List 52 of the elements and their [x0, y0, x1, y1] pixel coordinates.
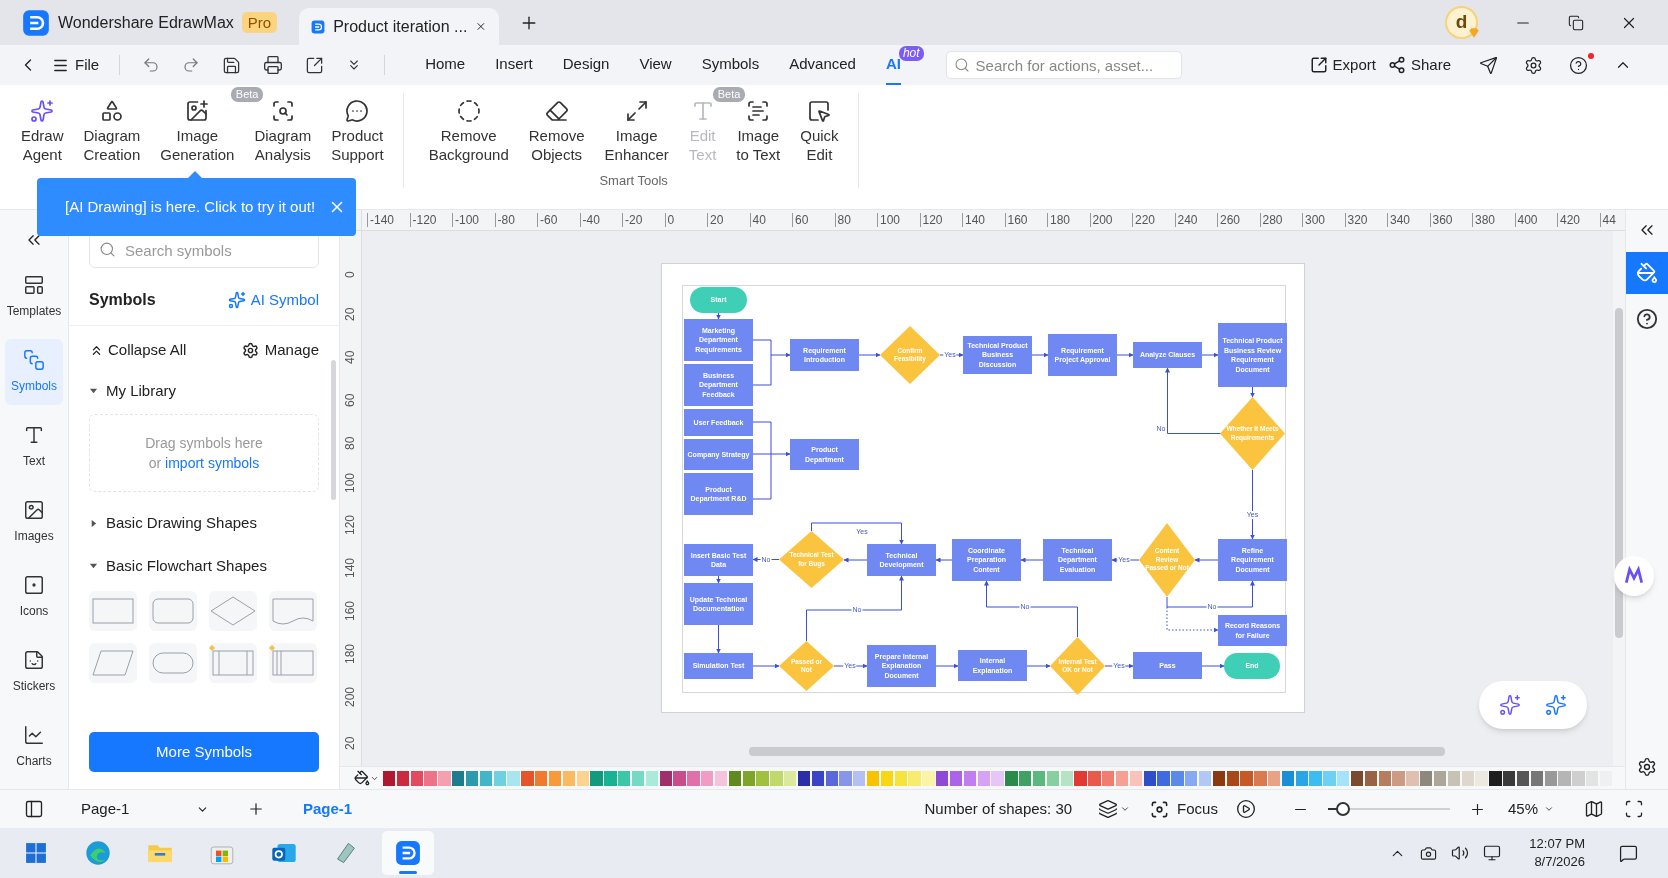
menu-tab[interactable]: Design: [562, 45, 610, 85]
vertical-ruler: 0 20 40 60 80 100 120 140 160 180 200 20: [340, 231, 362, 766]
menu-tab[interactable]: Insert: [495, 45, 533, 85]
clock-date: 8/7/2026: [1534, 853, 1585, 871]
ribbon-button[interactable]: Quick Edit: [797, 93, 842, 164]
ribbon-button[interactable]: Remove Objects: [525, 93, 588, 164]
clock-time: 12:07 PM: [1529, 835, 1585, 853]
horizontal-ruler: -140 -120 -100 -80 -60 -40 -20 0 20 40 60 80 100 120 140 160 180 200 220 240 260 280 300 320 340 360 380 400 420 44: [362, 210, 1625, 230]
sidebar-tab[interactable]: Text: [5, 414, 63, 480]
focus-button[interactable]: Focus: [1150, 797, 1218, 821]
ribbon-button[interactable]: Diagram Creation: [80, 93, 144, 164]
library-header[interactable]: Basic Flowchart Shapes: [89, 554, 267, 577]
drop-hint: Drag symbols here or import symbols: [145, 434, 263, 473]
toast-text: [AI Drawing] is here. Click to try it out!: [65, 196, 316, 217]
menu-tab[interactable]: View: [639, 45, 672, 85]
pro-badge: Pro: [241, 12, 278, 33]
page-dropdown[interactable]: Page-1: [81, 797, 209, 821]
document-tab[interactable]: Product iteration ...: [299, 8, 500, 45]
ai-symbol-link[interactable]: AI Symbol: [227, 288, 319, 312]
share-button[interactable]: Share: [1387, 53, 1451, 77]
sidebar-tab[interactable]: Charts: [5, 714, 63, 780]
beta-badge: Beta: [712, 87, 746, 102]
collapse-all-button[interactable]: Collapse All: [89, 339, 187, 362]
import-symbols-link[interactable]: import symbols: [165, 455, 260, 471]
sidebar-tab[interactable]: Stickers: [5, 639, 63, 705]
drop-zone[interactable]: Drag symbols here or import symbols: [89, 414, 319, 492]
more-symbols-button[interactable]: More Symbols: [89, 732, 319, 772]
beta-badge: Beta: [230, 87, 264, 102]
page-tab[interactable]: Page-1: [303, 797, 353, 821]
menu-tab[interactable]: Home: [425, 45, 466, 85]
menu-tab[interactable]: Advanced: [789, 45, 856, 85]
manage-button[interactable]: Manage: [241, 339, 319, 362]
sidebar-tab[interactable]: Images: [5, 489, 63, 555]
sidebar-tab[interactable]: Icons: [5, 564, 63, 630]
ribbon-button[interactable]: Image Enhancer: [601, 93, 672, 164]
user-avatar[interactable]: d: [1445, 6, 1478, 39]
library-header[interactable]: My Library: [89, 379, 176, 402]
sidebar-tab[interactable]: Symbols: [5, 339, 63, 405]
panel-title: Symbols: [89, 290, 156, 310]
app-title: Wondershare EdrawMax: [58, 12, 234, 33]
sidebar-tab[interactable]: Templates: [5, 264, 63, 330]
ribbon-button[interactable]: Edraw Agent: [18, 93, 67, 164]
library-header[interactable]: Basic Drawing Shapes: [89, 512, 257, 535]
export-button[interactable]: Export: [1309, 53, 1376, 77]
file-menu[interactable]: File: [52, 53, 100, 77]
menu-tab[interactable]: Symbols: [701, 45, 760, 85]
zoom-dropdown[interactable]: 45%: [1507, 797, 1554, 821]
shape-count: Number of shapes: 30: [924, 798, 1073, 819]
ribbon-button[interactable]: Remove Background: [425, 93, 512, 164]
group-label: Smart Tools: [599, 172, 668, 190]
ribbon-button[interactable]: Product Support: [328, 93, 387, 164]
search-field[interactable]: Search for actions, asset...: [945, 51, 1182, 79]
